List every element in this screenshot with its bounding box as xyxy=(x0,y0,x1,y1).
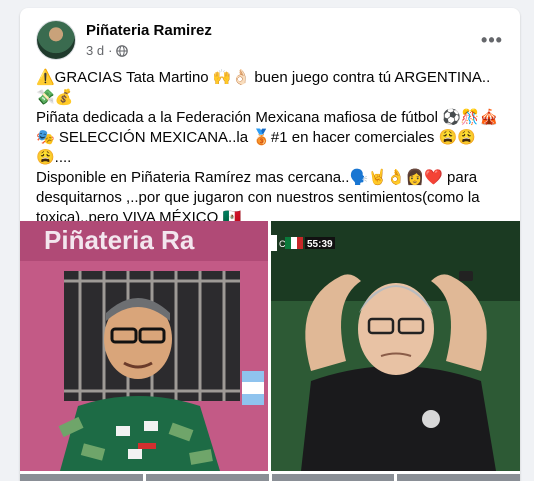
author-avatar[interactable] xyxy=(36,20,76,60)
post-meta: 3 d · xyxy=(86,43,129,58)
post-line: Disponible en Piñateria Ramírez mas cerc… xyxy=(36,169,480,226)
photo-coach[interactable]: C 55:39 xyxy=(271,221,520,471)
globe-icon xyxy=(116,44,129,57)
photo-thumb[interactable] xyxy=(20,474,143,481)
post-text: ⚠️GRACIAS Tata Martino 🙌👌🏻 buen juego co… xyxy=(36,68,508,228)
more-options-icon: ••• xyxy=(481,29,503,50)
post-time[interactable]: 3 d xyxy=(86,43,104,58)
coach-illustration: C 55:39 xyxy=(271,221,520,471)
scoreboard-channel: C xyxy=(279,239,286,249)
photo-thumb[interactable] xyxy=(145,474,269,481)
more-photos-strip[interactable] xyxy=(20,474,520,481)
photo-pinata[interactable]: Piñateria Ra xyxy=(20,221,268,471)
shop-sign-text: Piñateria Ra xyxy=(44,225,195,255)
post-card: Piñateria Ramirez 3 d · ••• ⚠️GRACIAS Ta… xyxy=(20,8,520,481)
scoreboard-clock: 55:39 xyxy=(307,239,333,250)
post-line: Piñata dedicada a la Federación Mexicana… xyxy=(36,109,499,166)
photo-thumb[interactable] xyxy=(397,474,520,481)
meta-separator: · xyxy=(108,43,113,58)
more-options-button[interactable]: ••• xyxy=(478,26,506,54)
author-name[interactable]: Piñateria Ramirez xyxy=(86,22,212,39)
pinata-illustration: Piñateria Ra xyxy=(20,221,268,471)
post-line: ⚠️GRACIAS Tata Martino 🙌👌🏻 buen juego co… xyxy=(36,69,491,106)
photo-thumb[interactable] xyxy=(271,474,395,481)
